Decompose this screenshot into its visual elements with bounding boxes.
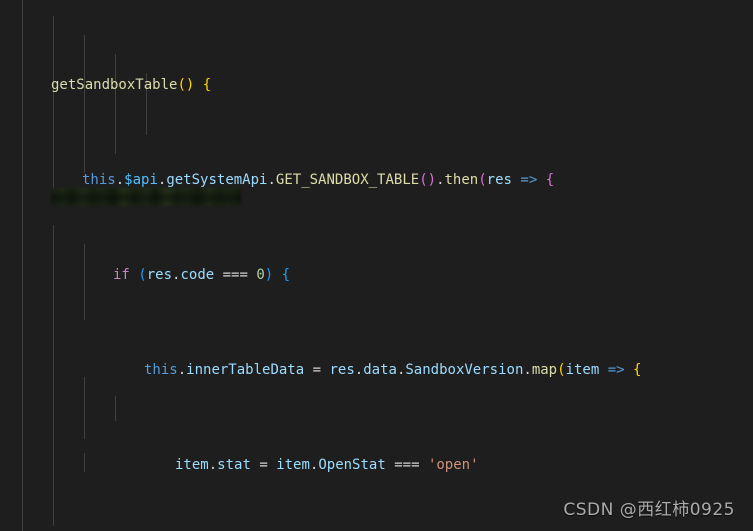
token-identifier: item — [175, 457, 209, 473]
token-identifier: res — [146, 267, 173, 283]
token-function: getSandboxTable — [51, 77, 178, 93]
token-identifier: $api — [124, 172, 158, 188]
token-bracket: { — [633, 362, 642, 378]
token-bracket: { — [281, 267, 291, 283]
token-operator: => — [607, 362, 625, 378]
watermark-text: CSDN @西红柿0925 — [563, 500, 735, 520]
code-line[interactable]: this.innerTableData = res.data.SandboxVe… — [0, 361, 753, 380]
token-function: then — [444, 172, 479, 188]
token-keyword: this — [144, 362, 178, 378]
token-identifier: item — [565, 362, 600, 378]
token-identifier: innerTableData — [186, 362, 305, 378]
code-line[interactable]: getSandboxTable() { — [0, 76, 753, 95]
token-bracket: ( — [557, 362, 566, 378]
token-function: map — [531, 362, 558, 378]
token-bracket: ( — [138, 267, 147, 283]
token-operator: => — [520, 172, 538, 188]
code-line[interactable]: item.stat = item.OpenStat === 'open' — [0, 456, 753, 475]
token-bracket: () — [419, 172, 437, 188]
code-content[interactable]: getSandboxTable() { this.$api.getSystemA… — [0, 0, 753, 531]
token-number: 0 — [256, 267, 265, 283]
token-bracket: { — [545, 172, 555, 188]
token-identifier: getSystemApi — [166, 172, 268, 188]
token-keyword: if — [113, 267, 130, 283]
code-editor-screenshot: getSandboxTable() { this.$api.getSystemA… — [0, 0, 753, 531]
token-function: GET_SANDBOX_TABLE — [275, 172, 420, 188]
token-keyword: this — [82, 172, 116, 188]
code-line[interactable]: if (res.code === 0) { — [0, 266, 753, 285]
token-identifier: item — [276, 457, 310, 473]
token-identifier: SandboxVersion — [405, 362, 524, 378]
token-identifier: code — [180, 267, 215, 283]
token-identifier: OpenStat — [318, 457, 386, 473]
token-bracket: { — [202, 77, 212, 93]
token-identifier: res — [329, 362, 355, 378]
token-identifier: data — [363, 362, 397, 378]
token-bracket: ) — [264, 267, 274, 283]
token-identifier: stat — [217, 457, 251, 473]
token-string: 'open' — [427, 457, 479, 473]
token-bracket: ( — [478, 172, 487, 188]
token-bracket: () — [177, 77, 195, 93]
token-identifier: res — [486, 172, 512, 188]
redaction-block — [51, 188, 241, 206]
